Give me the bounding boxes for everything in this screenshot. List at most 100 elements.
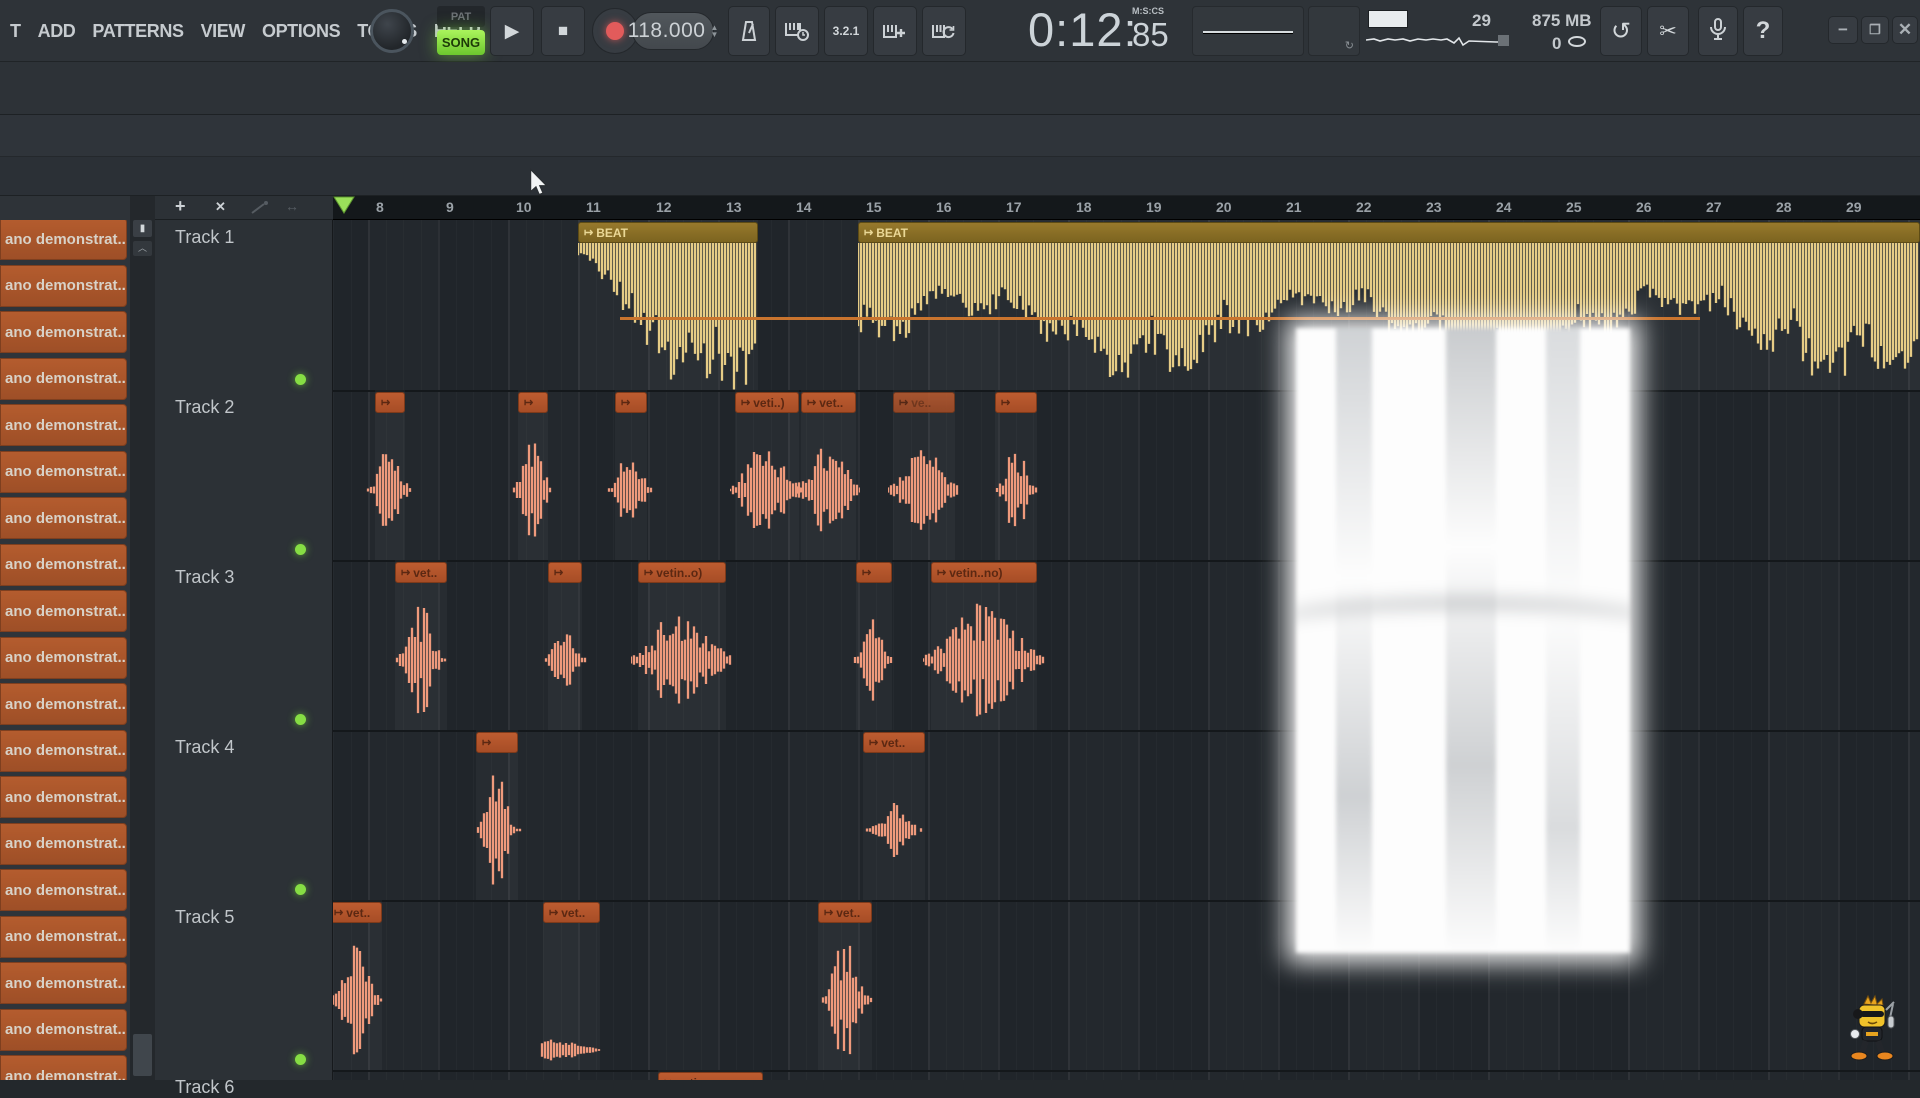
window-restore-button[interactable]: ❐: [1861, 16, 1889, 44]
song-mode-button[interactable]: SONG: [437, 30, 485, 55]
audio-clip[interactable]: ↦veti..): [735, 392, 799, 413]
track-name[interactable]: Track 1: [175, 227, 234, 248]
audio-clip[interactable]: ↦: [995, 392, 1037, 413]
play-button[interactable]: ▶: [490, 6, 534, 56]
add-track-button[interactable]: +: [175, 196, 186, 217]
window-close-button[interactable]: ✕: [1892, 16, 1918, 44]
audio-clip[interactable]: ↦: [548, 562, 582, 583]
audio-clip[interactable]: ↦vetin..: [658, 1072, 763, 1080]
clip-label: BEAT: [596, 226, 628, 240]
clip-source-item[interactable]: ano demonstrat..: [0, 869, 127, 911]
clip-source-item[interactable]: ano demonstrat..: [0, 265, 127, 307]
audio-clip[interactable]: ↦vet..: [801, 392, 856, 413]
countdown-button[interactable]: 3.2.1: [824, 6, 868, 56]
scroll-up-icon[interactable]: ︿: [133, 241, 152, 256]
ruler-bar-10: 10: [516, 199, 532, 215]
play-position-marker[interactable]: [333, 196, 357, 214]
window-minimize-button[interactable]: −: [1828, 16, 1858, 44]
clip-source-item[interactable]: ano demonstrat..: [0, 730, 127, 772]
menu-item-add[interactable]: ADD: [38, 21, 76, 42]
clip-source-item[interactable]: ano demonstrat..: [0, 590, 127, 632]
track-name[interactable]: Track 2: [175, 397, 234, 418]
clip-source-item[interactable]: ano demonstrat..: [0, 916, 127, 958]
playlist-toolbar: ✎ ⊘ ↔ Playlist - Arrangement▸BEAT #2▸ − …: [0, 115, 1920, 157]
resize-tracks-icon[interactable]: ↔: [285, 198, 299, 214]
delete-track-button[interactable]: ✕: [215, 199, 226, 215]
track-name[interactable]: Track 6: [175, 1077, 234, 1098]
audio-clip[interactable]: ↦vetin..no): [931, 562, 1037, 583]
scrollbar-thumb[interactable]: [133, 1034, 152, 1076]
audio-clip[interactable]: ↦vet..: [543, 902, 600, 923]
track-enabled-led[interactable]: [295, 714, 306, 725]
audio-clip[interactable]: ↦: [518, 392, 548, 413]
audio-clip[interactable]: ↦: [375, 392, 405, 413]
track-enabled-led[interactable]: [295, 884, 306, 895]
audio-clip[interactable]: ↦vet..: [863, 732, 925, 753]
cut-tool-button[interactable]: ✂: [1647, 6, 1689, 56]
clip-source-item[interactable]: ano demonstrat..: [0, 404, 127, 446]
record-audio-button[interactable]: [1698, 6, 1738, 56]
beat-clip[interactable]: ↦BEAT: [578, 222, 758, 243]
clip-source-item[interactable]: ano demonstrat..: [0, 637, 127, 679]
clip-source-item[interactable]: ano demonstrat..: [0, 962, 127, 1004]
menu-item-view[interactable]: VIEW: [201, 21, 245, 42]
polyphony-icon: [1568, 36, 1586, 47]
audio-clip[interactable]: ↦: [856, 562, 892, 583]
clip-slip-icon: ↦: [644, 566, 653, 579]
polyphony-count: 0: [1552, 34, 1561, 54]
wait-input-icon: [784, 20, 810, 42]
scroll-grip-icon[interactable]: ▮: [133, 220, 152, 237]
menu-item-options[interactable]: OPTIONS: [262, 21, 340, 42]
stop-button[interactable]: ■: [541, 6, 585, 56]
clip-source-item[interactable]: ano demonstrat..: [0, 497, 127, 539]
clip-source-item[interactable]: ano demonstrat..: [0, 544, 127, 586]
track-enabled-led[interactable]: [295, 374, 306, 385]
audio-clip[interactable]: ↦: [615, 392, 647, 413]
tempo-field[interactable]: 118.000 ▲▼: [632, 12, 714, 50]
audio-clip[interactable]: ↦ve..: [893, 392, 955, 413]
undo-button[interactable]: ↺: [1600, 6, 1642, 56]
clip-source-item[interactable]: ano demonstrat..: [0, 823, 127, 865]
minimize-icon: −: [1838, 20, 1848, 40]
help-button[interactable]: ?: [1743, 6, 1783, 56]
oscilloscope-panel[interactable]: [1192, 6, 1304, 56]
track-name[interactable]: Track 5: [175, 907, 234, 928]
clip-source-item[interactable]: ano demonstrat..: [0, 451, 127, 493]
track-name[interactable]: Track 3: [175, 567, 234, 588]
audio-clip[interactable]: ↦vet..: [818, 902, 872, 923]
clip-source-item[interactable]: ano demonstrat..: [0, 1055, 127, 1080]
beat-clip[interactable]: ↦BEAT: [858, 222, 1920, 243]
playlist-lanes[interactable]: ↦BEAT↦BEAT↦↦↦↦veti..)↦vet..↦ve..↦↦vet..↦…: [333, 220, 1920, 1080]
ruler-bar-8: 8: [376, 199, 384, 215]
tempo-spinner[interactable]: ▲▼: [710, 24, 718, 38]
loop-record-button[interactable]: [922, 6, 966, 56]
main-volume-knob[interactable]: [370, 9, 414, 53]
refresh-icon[interactable]: ↻: [1345, 39, 1354, 52]
timeline-ruler[interactable]: 8910111213141516171819202122232425262728…: [333, 196, 1920, 220]
slope-icon[interactable]: [250, 200, 270, 216]
audio-clip[interactable]: ↦vetin..o): [638, 562, 726, 583]
track-enabled-led[interactable]: [295, 544, 306, 555]
clip-source-item[interactable]: ano demonstrat..: [0, 220, 127, 260]
clip-source-item[interactable]: ano demonstrat..: [0, 1009, 127, 1051]
clip-source-item[interactable]: ano demonstrat..: [0, 683, 127, 725]
metronome-button[interactable]: [728, 6, 770, 56]
censor-arc: [1296, 598, 1630, 658]
clip-source-item[interactable]: ano demonstrat..: [0, 776, 127, 818]
menu-item-patterns[interactable]: PATTERNS: [92, 21, 183, 42]
audio-clip[interactable]: ↦: [476, 732, 518, 753]
menu-item-t[interactable]: T: [10, 21, 21, 42]
track-name[interactable]: Track 4: [175, 737, 234, 758]
track-enabled-led[interactable]: [295, 1054, 306, 1065]
pat-mode-button[interactable]: PAT: [437, 6, 485, 27]
waveform: [814, 930, 876, 1070]
ruler-bar-27: 27: [1706, 199, 1722, 215]
audio-clip[interactable]: ↦vet..: [333, 902, 382, 923]
clip-source-item[interactable]: ano demonstrat..: [0, 311, 127, 353]
clip-source-item[interactable]: ano demonstrat..: [0, 358, 127, 400]
audio-clip[interactable]: ↦vet..: [395, 562, 447, 583]
browser-scrollbar[interactable]: ▮ ︿: [130, 196, 155, 1080]
cpu-percent: 29: [1472, 11, 1491, 31]
wait-for-input-button[interactable]: [775, 6, 819, 56]
blend-recording-button[interactable]: [873, 6, 917, 56]
